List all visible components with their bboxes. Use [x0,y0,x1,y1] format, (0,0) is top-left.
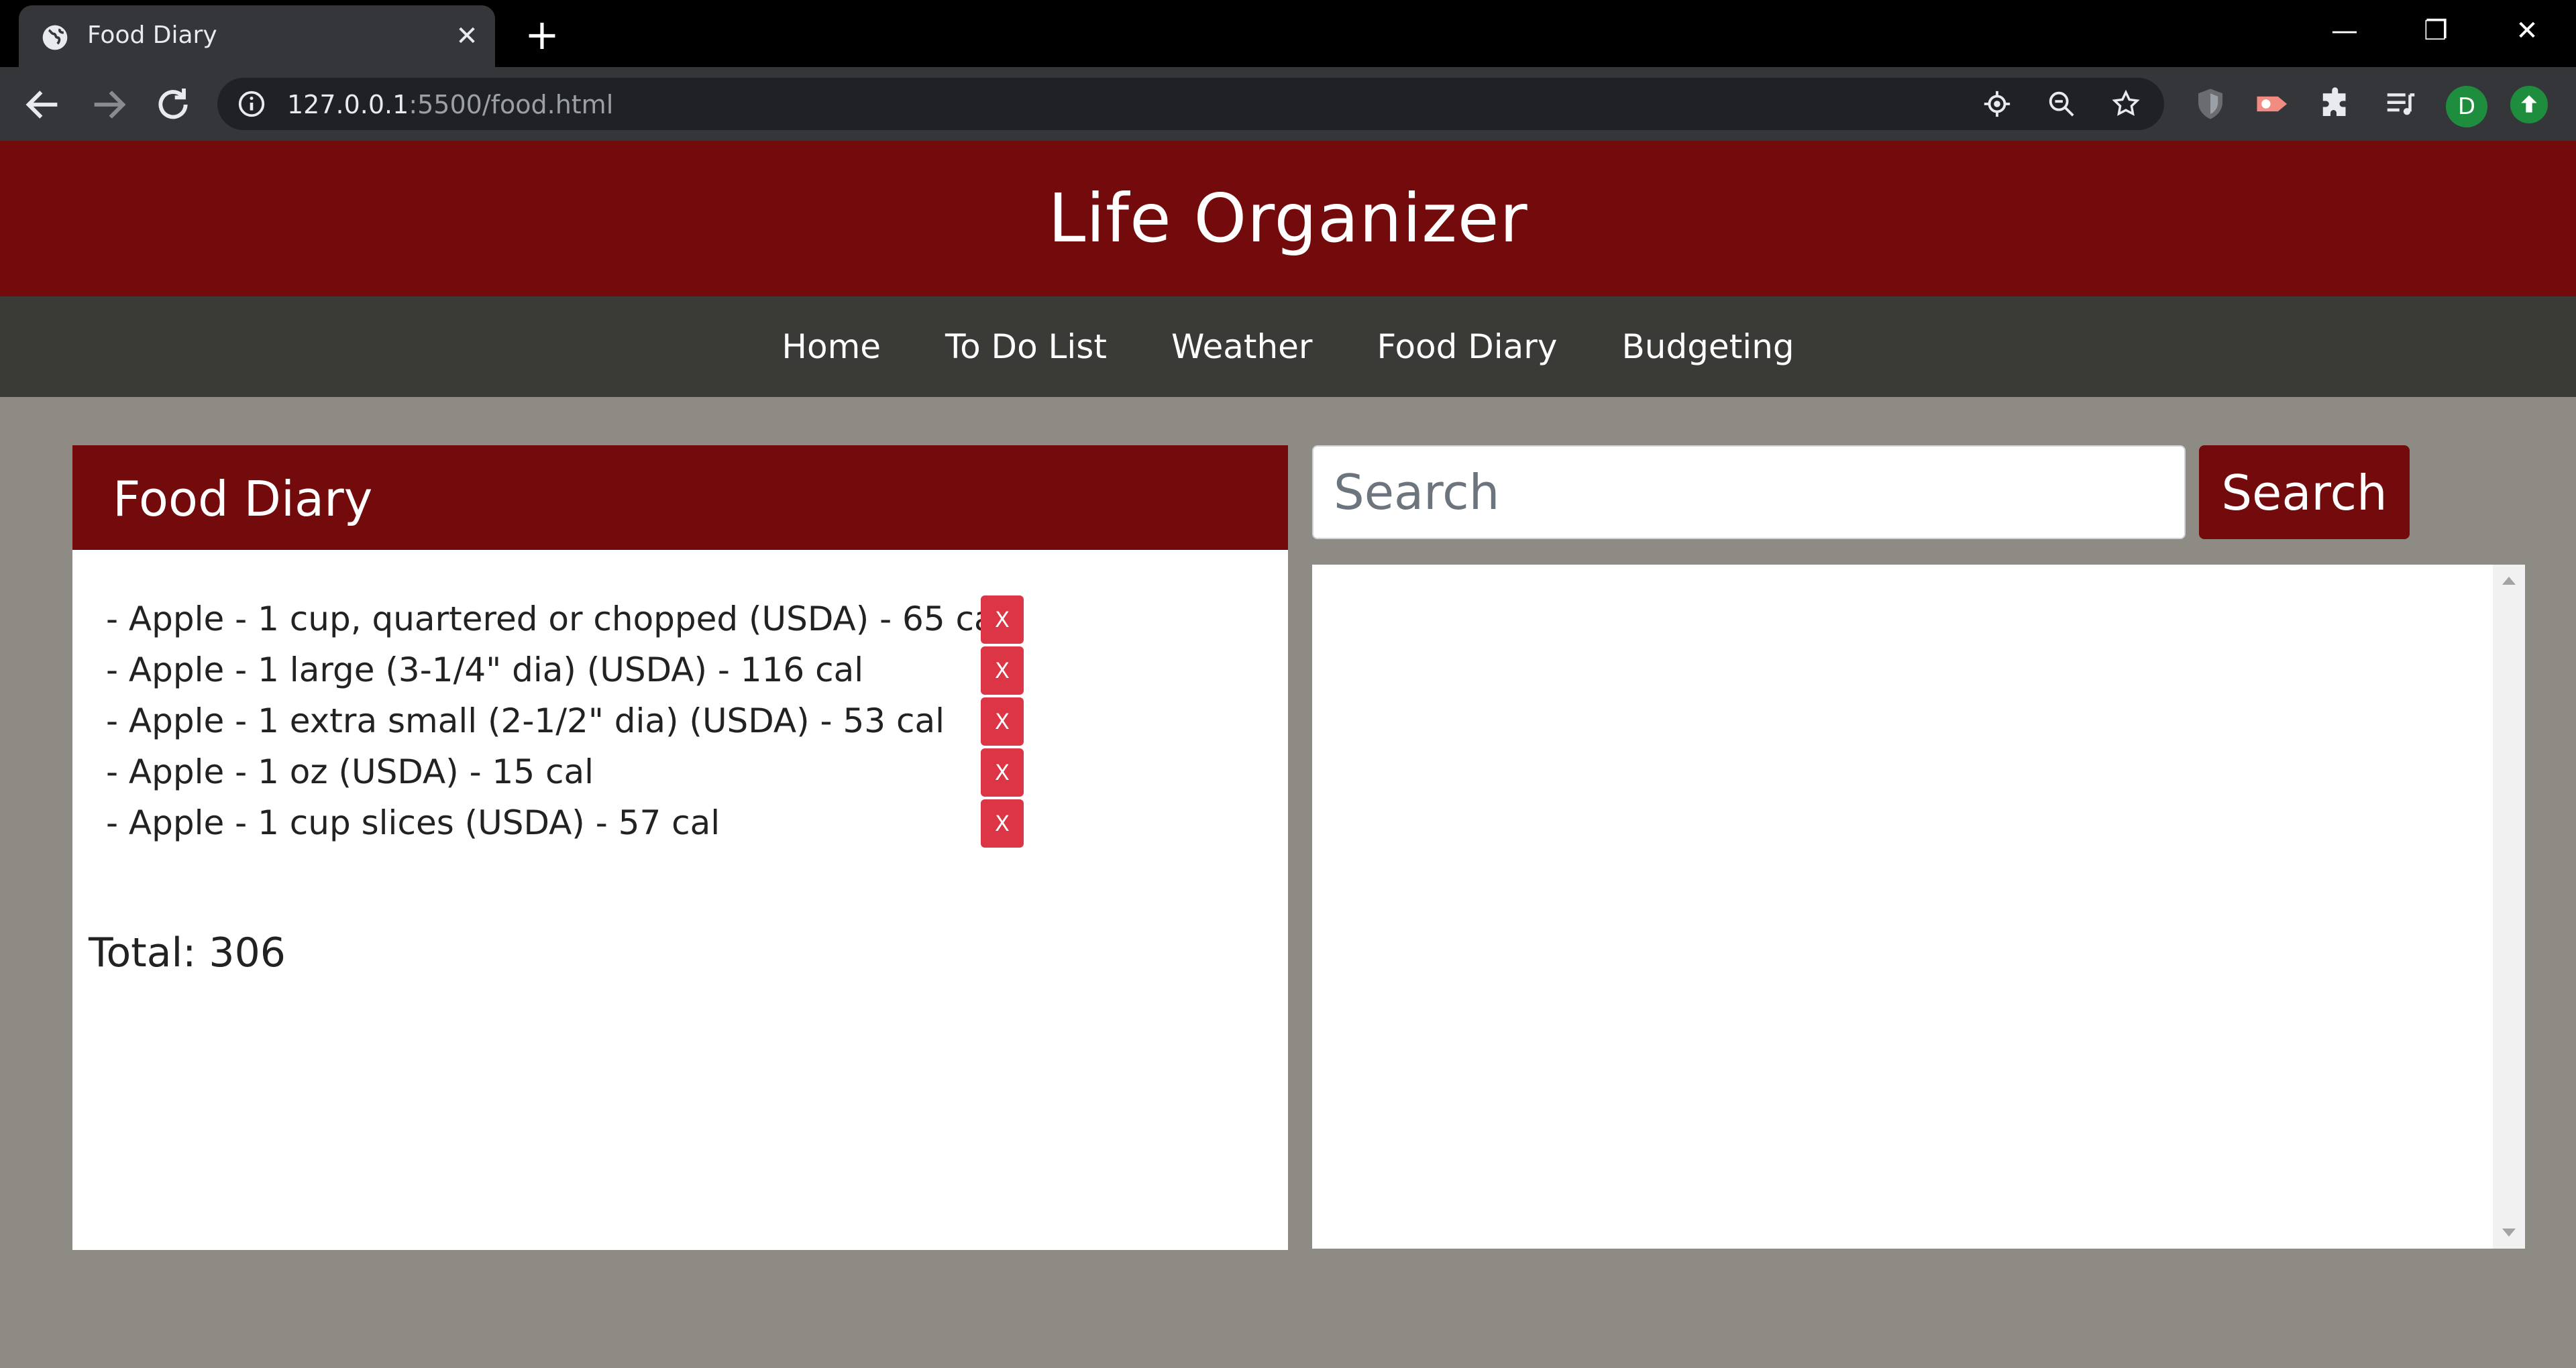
zoom-out-icon[interactable] [2046,89,2077,122]
food-entry: - Apple - 1 cup, quartered or chopped (U… [106,595,1179,646]
shield-extension-icon[interactable] [2192,86,2229,125]
scroll-up-arrow-icon[interactable] [2502,577,2516,585]
site-header: Life Organizer [0,141,2576,296]
address-bar[interactable]: 127.0.0.1:5500/food.html [217,78,2164,130]
new-tab-button[interactable]: + [521,14,564,58]
food-diary-heading: Food Diary [72,445,1288,550]
food-entry: - Apple - 1 oz (USDA) - 15 cal X [106,748,1179,799]
search-button[interactable]: Search [2199,445,2410,539]
food-entry-text: - Apple - 1 extra small (2-1/2" dia) (US… [106,701,945,740]
browser-toolbar: 127.0.0.1:5500/food.html D [0,67,2576,141]
url-text: 127.0.0.1:5500/food.html [287,90,613,119]
food-entry-text: - Apple - 1 large (3-1/4" dia) (USDA) - … [106,650,864,689]
update-arrow-icon[interactable] [2510,86,2548,123]
media-queue-icon[interactable] [2383,86,2419,125]
main-nav: Home To Do List Weather Food Diary Budge… [0,296,2576,397]
food-entry-text: - Apple - 1 oz (USDA) - 15 cal [106,752,594,791]
site-title: Life Organizer [1048,179,1528,258]
food-entry: - Apple - 1 cup slices (USDA) - 57 cal X [106,799,1179,850]
site-info-icon[interactable] [236,89,267,122]
calorie-total: Total: 306 [89,929,286,976]
location-icon[interactable] [1982,89,2012,122]
extensions-puzzle-icon[interactable] [2318,86,2355,125]
food-diary-card: Food Diary - Apple - 1 cup, quartered or… [72,445,1288,1250]
scroll-down-arrow-icon[interactable] [2502,1229,2516,1237]
forward-arrow-icon[interactable] [87,83,130,126]
window-close-button[interactable]: ✕ [2497,11,2557,51]
tab-title: Food Diary [87,21,217,49]
food-entry-text: - Apple - 1 cup, quartered or chopped (U… [106,600,1004,638]
reload-icon[interactable] [152,83,195,126]
nav-todo-link[interactable]: To Do List [945,327,1107,366]
url-path: :5500/food.html [409,90,614,119]
remove-entry-button[interactable]: X [981,748,1024,797]
remove-entry-button[interactable]: X [981,697,1024,746]
food-entry: - Apple - 1 extra small (2-1/2" dia) (US… [106,697,1179,748]
search-results-panel [1312,565,2525,1249]
url-host: 127.0.0.1 [287,90,409,119]
food-search-input[interactable] [1312,445,2186,539]
nav-weather-link[interactable]: Weather [1171,327,1313,366]
browser-tabstrip: Food Diary ✕ + — ❐ ✕ [0,0,2576,67]
results-scrollbar[interactable] [2493,565,2525,1249]
globe-icon [40,23,70,55]
tab-close-icon[interactable]: ✕ [448,17,486,55]
remove-entry-button[interactable]: X [981,799,1024,848]
food-entry: - Apple - 1 large (3-1/4" dia) (USDA) - … [106,646,1179,697]
remove-entry-button[interactable]: X [981,595,1024,644]
nav-food-diary-link[interactable]: Food Diary [1377,327,1557,366]
record-extension-icon[interactable] [2254,86,2293,125]
bookmark-star-icon[interactable] [2110,89,2141,122]
browser-tab[interactable]: Food Diary ✕ [19,5,495,67]
profile-avatar[interactable]: D [2446,86,2487,127]
window-minimize-button[interactable]: — [2314,11,2375,51]
remove-entry-button[interactable]: X [981,646,1024,695]
back-arrow-icon[interactable] [21,83,64,126]
nav-home-link[interactable]: Home [782,327,881,366]
nav-budgeting-link[interactable]: Budgeting [1621,327,1794,366]
food-entry-list: - Apple - 1 cup, quartered or chopped (U… [106,595,1179,850]
food-entry-text: - Apple - 1 cup slices (USDA) - 57 cal [106,803,720,842]
window-restore-button[interactable]: ❐ [2406,11,2466,51]
